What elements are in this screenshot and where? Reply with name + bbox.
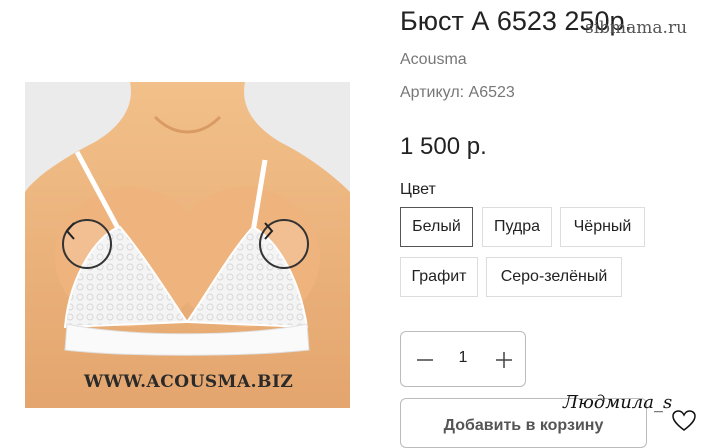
heart-outline-icon — [672, 410, 696, 431]
color-option-white[interactable]: Белый — [400, 207, 473, 247]
gallery-prev-button[interactable] — [62, 219, 112, 269]
signature-watermark: Людмила_s — [563, 392, 673, 413]
minus-icon — [417, 359, 433, 361]
chevron-left-icon — [65, 222, 75, 240]
quantity-increase-button[interactable] — [493, 349, 515, 371]
plus-icon — [496, 352, 512, 368]
color-option-powder[interactable]: Пудра — [482, 207, 552, 247]
product-sku: Артикул: А6523 — [400, 84, 515, 101]
color-option-black[interactable]: Чёрный — [560, 207, 645, 247]
quantity-value[interactable]: 1 — [451, 349, 475, 367]
image-watermark: WWW.ACOUSMA.BIZ — [84, 372, 294, 392]
gallery-next-button[interactable] — [259, 219, 309, 269]
product-price: 1 500 р. — [400, 133, 487, 160]
quantity-stepper: 1 — [400, 331, 526, 387]
color-label: Цвет — [400, 181, 436, 198]
quantity-decrease-button[interactable] — [414, 349, 436, 371]
chevron-right-icon — [264, 222, 274, 240]
product-brand[interactable]: Acousma — [400, 51, 467, 69]
color-option-graphite[interactable]: Графит — [400, 257, 478, 297]
product-image-gallery: WWW.ACOUSMA.BIZ — [25, 82, 350, 408]
site-watermark: sibmama.ru — [585, 18, 688, 38]
color-option-grey-green[interactable]: Серо-зелёный — [486, 257, 622, 297]
